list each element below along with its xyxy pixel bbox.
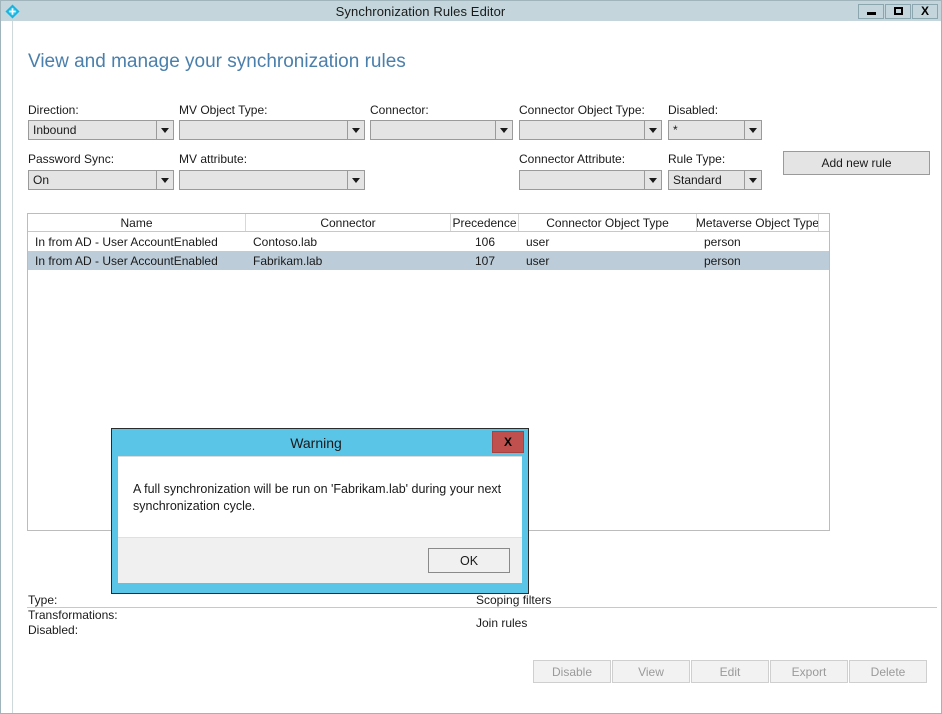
- cell-metaverse-object-type: person: [704, 234, 741, 249]
- close-button[interactable]: X: [912, 3, 938, 19]
- mv-object-type-combobox[interactable]: [179, 120, 365, 140]
- connector-attribute-value: [520, 171, 644, 189]
- connector-object-type-value: [520, 121, 644, 139]
- column-header-connector[interactable]: Connector: [246, 214, 451, 231]
- cell-name: In from AD - User AccountEnabled: [35, 253, 218, 268]
- chevron-down-icon: [744, 121, 761, 139]
- password-sync-label: Password Sync:: [28, 152, 115, 166]
- chevron-down-icon: [156, 171, 173, 189]
- rule-type-label: Rule Type:: [668, 152, 726, 166]
- chevron-down-icon: [347, 121, 364, 139]
- disabled-combobox[interactable]: *: [668, 120, 762, 140]
- connector-object-type-label: Connector Object Type:: [519, 103, 645, 117]
- cell-precedence: 106: [474, 234, 496, 249]
- rule-type-value: Standard: [673, 173, 722, 187]
- chevron-down-icon: [156, 121, 173, 139]
- dialog-close-button[interactable]: X: [492, 430, 524, 453]
- dialog-title: Warning: [290, 434, 342, 451]
- window-client-area: View and manage your synchronization rul…: [1, 21, 941, 713]
- disabled-filter-label: Disabled:: [668, 103, 719, 117]
- column-header-precedence[interactable]: Precedence: [451, 214, 519, 231]
- detail-type-label: Type:: [28, 593, 58, 607]
- mv-object-type-value: [180, 121, 347, 139]
- export-button[interactable]: Export: [770, 660, 848, 683]
- detail-transformations-label: Transformations:: [28, 608, 118, 622]
- connector-object-type-combobox[interactable]: [519, 120, 662, 140]
- dialog-ok-button[interactable]: OK: [428, 548, 510, 573]
- connector-attribute-combobox[interactable]: [519, 170, 662, 190]
- cell-connector: Fabrikam.lab: [253, 253, 323, 268]
- column-header-metaverse-object-type[interactable]: Metaverse Object Type: [697, 214, 819, 231]
- detail-join-rules-label: Join rules: [476, 616, 528, 630]
- mv-attribute-combobox[interactable]: [179, 170, 365, 190]
- connector-attribute-label: Connector Attribute:: [519, 152, 626, 166]
- add-new-rule-button[interactable]: Add new rule: [783, 151, 930, 175]
- edit-button[interactable]: Edit: [691, 660, 769, 683]
- connector-value: [371, 121, 495, 139]
- chevron-down-icon: [495, 121, 512, 139]
- direction-value: Inbound: [33, 123, 77, 137]
- cell-precedence: 107: [474, 253, 496, 268]
- chevron-down-icon: [347, 171, 364, 189]
- cell-metaverse-object-type: person: [704, 253, 741, 268]
- detail-separator: [27, 607, 937, 608]
- disable-button[interactable]: Disable: [533, 660, 611, 683]
- mv-attribute-value: [180, 171, 347, 189]
- mv-attribute-label: MV attribute:: [179, 152, 248, 166]
- content-frame: View and manage your synchronization rul…: [12, 21, 941, 713]
- table-row[interactable]: In from AD - User AccountEnabled Fabrika…: [28, 251, 829, 270]
- direction-label: Direction:: [28, 103, 79, 117]
- window-controls: X: [858, 3, 938, 19]
- connector-combobox[interactable]: [370, 120, 513, 140]
- cell-connector-object-type: user: [526, 253, 550, 268]
- password-sync-value: On: [33, 173, 50, 187]
- mv-object-type-label: MV Object Type:: [179, 103, 268, 117]
- dialog-titlebar: Warning X: [112, 429, 528, 456]
- dialog-message: A full synchronization will be run on 'F…: [133, 482, 502, 513]
- cell-name: In from AD - User AccountEnabled: [35, 234, 218, 249]
- close-icon: X: [503, 434, 512, 449]
- column-header-connector-object-type[interactable]: Connector Object Type: [519, 214, 697, 231]
- delete-button[interactable]: Delete: [849, 660, 927, 683]
- warning-dialog: Warning X A full synchronization will be…: [111, 428, 529, 594]
- close-icon: X: [920, 4, 929, 18]
- table-row[interactable]: In from AD - User AccountEnabled Contoso…: [28, 232, 829, 251]
- dialog-footer: OK: [118, 537, 522, 583]
- synchronization-rules-editor-window: Synchronization Rules Editor X View and …: [0, 0, 942, 714]
- connector-label: Connector:: [370, 103, 429, 117]
- disabled-value: *: [673, 123, 678, 137]
- password-sync-combobox[interactable]: On: [28, 170, 174, 190]
- detail-disabled-label: Disabled:: [28, 623, 79, 637]
- rule-type-combobox[interactable]: Standard: [668, 170, 762, 190]
- direction-combobox[interactable]: Inbound: [28, 120, 174, 140]
- chevron-down-icon: [644, 171, 661, 189]
- window-title: Synchronization Rules Editor: [335, 3, 506, 19]
- dialog-body: A full synchronization will be run on 'F…: [118, 456, 522, 537]
- cell-connector-object-type: user: [526, 234, 550, 249]
- minimize-button[interactable]: [858, 3, 884, 19]
- column-header-filler: [819, 214, 829, 231]
- column-header-name[interactable]: Name: [28, 214, 246, 231]
- chevron-down-icon: [744, 171, 761, 189]
- page-title: View and manage your synchronization rul…: [28, 51, 406, 72]
- cell-connector: Contoso.lab: [253, 234, 318, 249]
- table-header-row: Name Connector Precedence Connector Obje…: [28, 214, 829, 232]
- detail-scoping-filters-label: Scoping filters: [476, 593, 552, 607]
- view-button[interactable]: View: [612, 660, 690, 683]
- window-titlebar: Synchronization Rules Editor X: [1, 1, 941, 21]
- chevron-down-icon: [644, 121, 661, 139]
- maximize-button[interactable]: [885, 3, 911, 19]
